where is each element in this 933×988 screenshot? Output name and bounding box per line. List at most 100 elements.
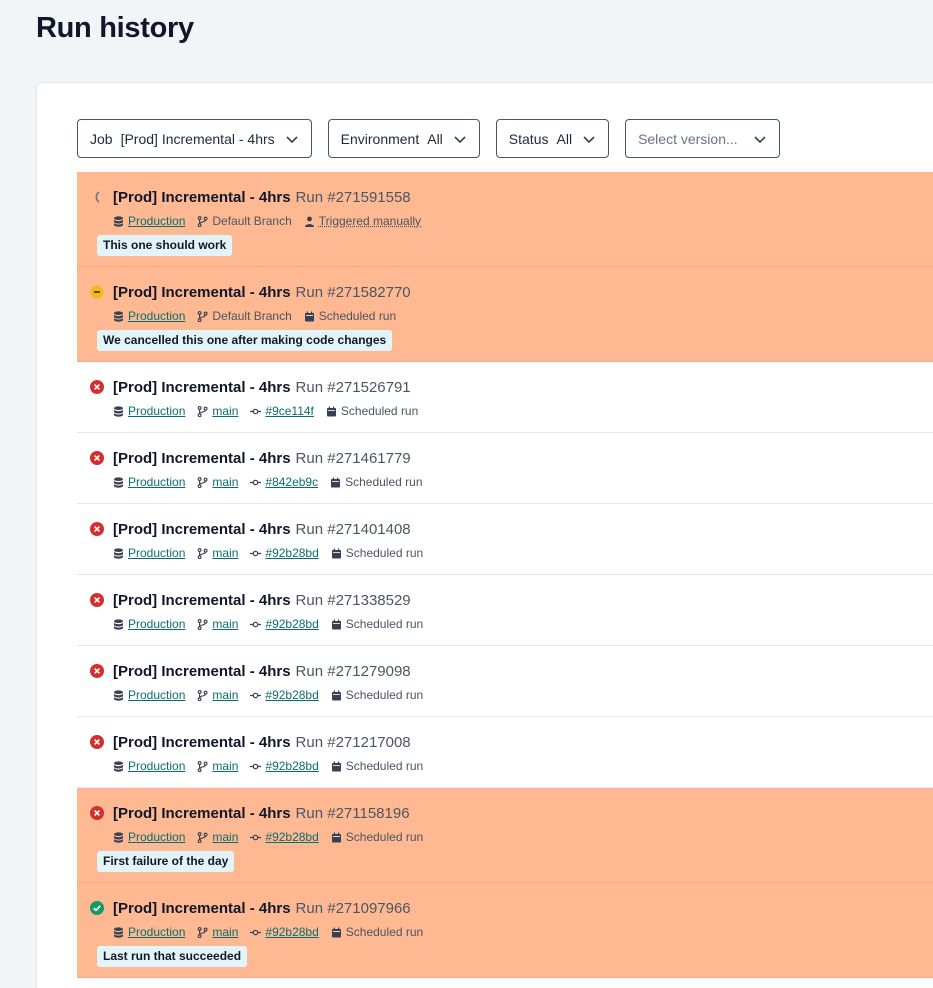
- git-branch-icon: [197, 477, 212, 488]
- run-row[interactable]: [Prod] Incremental - 4hrs Run #271279098 P…: [77, 646, 933, 717]
- branch-link[interactable]: main: [212, 759, 238, 773]
- environment-link[interactable]: Production: [128, 688, 185, 702]
- run-job-name[interactable]: [Prod] Incremental - 4hrs: [113, 663, 291, 680]
- environment-filter-select[interactable]: Environment All: [328, 119, 480, 158]
- environment-link[interactable]: Production: [128, 759, 185, 773]
- commit-link[interactable]: #92b28bd: [265, 925, 318, 939]
- calendar-icon: [304, 311, 319, 322]
- run-row[interactable]: [Prod] Incremental - 4hrs Run #271217008 P…: [77, 717, 933, 788]
- trigger-label: Scheduled run: [341, 404, 418, 418]
- run-row[interactable]: [Prod] Incremental - 4hrs Run #271591558 P…: [77, 172, 933, 267]
- database-icon: [113, 761, 128, 772]
- calendar-icon: [331, 619, 346, 630]
- environment-link[interactable]: Production: [128, 404, 185, 418]
- error-status-icon: [90, 664, 104, 678]
- git-commit-icon: [250, 761, 265, 772]
- run-number[interactable]: Run #271582770: [296, 284, 411, 301]
- run-history-card: Job [Prod] Incremental - 4hrs Environmen…: [36, 82, 933, 988]
- environment-link[interactable]: Production: [128, 214, 185, 228]
- run-number[interactable]: Run #271279098: [296, 663, 411, 680]
- commit-link[interactable]: #92b28bd: [265, 688, 318, 702]
- environment-link[interactable]: Production: [128, 546, 185, 560]
- run-number[interactable]: Run #271338529: [296, 592, 411, 609]
- branch-link[interactable]: main: [212, 925, 238, 939]
- run-list: [Prod] Incremental - 4hrs Run #271591558 P…: [77, 172, 933, 978]
- version-filter-placeholder: Select version...: [638, 131, 738, 147]
- environment-link[interactable]: Production: [128, 830, 185, 844]
- run-note-badge: We cancelled this one after making code …: [97, 330, 392, 351]
- chevron-down-icon: [285, 132, 299, 146]
- git-branch-icon: [197, 761, 212, 772]
- git-commit-icon: [250, 927, 265, 938]
- run-job-name[interactable]: [Prod] Incremental - 4hrs: [113, 450, 291, 467]
- job-filter-label: Job: [90, 131, 113, 147]
- run-number[interactable]: Run #271591558: [296, 189, 411, 206]
- run-number[interactable]: Run #271526791: [296, 379, 411, 396]
- run-number[interactable]: Run #271461779: [296, 450, 411, 467]
- database-icon: [113, 311, 128, 322]
- commit-link[interactable]: #92b28bd: [265, 759, 318, 773]
- trigger-label: Scheduled run: [319, 309, 396, 323]
- run-job-name[interactable]: [Prod] Incremental - 4hrs: [113, 189, 291, 206]
- error-status-icon: [90, 806, 104, 820]
- trigger-label: Scheduled run: [346, 759, 423, 773]
- run-job-name[interactable]: [Prod] Incremental - 4hrs: [113, 805, 291, 822]
- branch-link[interactable]: main: [212, 688, 238, 702]
- run-job-name[interactable]: [Prod] Incremental - 4hrs: [113, 734, 291, 751]
- calendar-icon: [326, 406, 341, 417]
- success-status-icon: [90, 901, 104, 915]
- run-row[interactable]: [Prod] Incremental - 4hrs Run #271582770 P…: [77, 267, 933, 362]
- run-note-badge: This one should work: [97, 235, 232, 256]
- trigger-label[interactable]: Triggered manually: [319, 214, 421, 228]
- error-status-icon: [90, 451, 104, 465]
- calendar-icon: [331, 832, 346, 843]
- status-filter-select[interactable]: Status All: [496, 119, 609, 158]
- git-branch-icon: [197, 690, 212, 701]
- commit-link[interactable]: #92b28bd: [265, 830, 318, 844]
- run-row[interactable]: [Prod] Incremental - 4hrs Run #271401408 P…: [77, 504, 933, 575]
- database-icon: [113, 548, 128, 559]
- run-job-name[interactable]: [Prod] Incremental - 4hrs: [113, 592, 291, 609]
- run-job-name[interactable]: [Prod] Incremental - 4hrs: [113, 900, 291, 917]
- run-job-name[interactable]: [Prod] Incremental - 4hrs: [113, 521, 291, 538]
- git-branch-icon: [197, 311, 212, 322]
- commit-link[interactable]: #92b28bd: [265, 617, 318, 631]
- run-row[interactable]: [Prod] Incremental - 4hrs Run #271461779 P…: [77, 433, 933, 504]
- git-commit-icon: [250, 832, 265, 843]
- database-icon: [113, 216, 128, 227]
- version-filter-select[interactable]: Select version...: [625, 119, 780, 158]
- chevron-down-icon: [582, 132, 596, 146]
- run-number[interactable]: Run #271158196: [296, 805, 410, 822]
- run-row[interactable]: [Prod] Incremental - 4hrs Run #271158196 P…: [77, 788, 933, 883]
- page-title: Run history: [36, 12, 194, 45]
- branch-link[interactable]: main: [212, 475, 238, 489]
- environment-link[interactable]: Production: [128, 475, 185, 489]
- trigger-label: Scheduled run: [346, 688, 423, 702]
- branch-link[interactable]: main: [212, 404, 238, 418]
- commit-link[interactable]: #92b28bd: [265, 546, 318, 560]
- branch-link[interactable]: main: [212, 546, 238, 560]
- commit-link[interactable]: #9ce114f: [265, 404, 314, 418]
- branch-link[interactable]: main: [212, 830, 238, 844]
- run-row[interactable]: [Prod] Incremental - 4hrs Run #271097966 P…: [77, 883, 933, 978]
- run-number[interactable]: Run #271401408: [296, 521, 411, 538]
- database-icon: [113, 406, 128, 417]
- status-filter-value: All: [557, 131, 573, 147]
- environment-link[interactable]: Production: [128, 925, 185, 939]
- run-row[interactable]: [Prod] Incremental - 4hrs Run #271338529 P…: [77, 575, 933, 646]
- error-status-icon: [90, 380, 104, 394]
- git-commit-icon: [250, 477, 265, 488]
- run-number[interactable]: Run #271097966: [296, 900, 411, 917]
- calendar-icon: [331, 761, 346, 772]
- run-number[interactable]: Run #271217008: [296, 734, 411, 751]
- loading-spinner-icon: [90, 190, 104, 204]
- run-row[interactable]: [Prod] Incremental - 4hrs Run #271526791 P…: [77, 362, 933, 433]
- run-job-name[interactable]: [Prod] Incremental - 4hrs: [113, 284, 291, 301]
- chevron-down-icon: [753, 132, 767, 146]
- environment-link[interactable]: Production: [128, 309, 185, 323]
- run-job-name[interactable]: [Prod] Incremental - 4hrs: [113, 379, 291, 396]
- branch-link[interactable]: main: [212, 617, 238, 631]
- job-filter-select[interactable]: Job [Prod] Incremental - 4hrs: [77, 119, 312, 158]
- environment-link[interactable]: Production: [128, 617, 185, 631]
- commit-link[interactable]: #842eb9c: [265, 475, 318, 489]
